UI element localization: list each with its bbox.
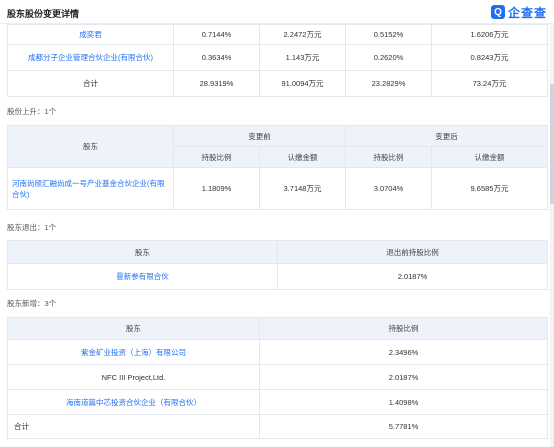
table-row: 曼新参有限合伙 2.0187% — [7, 263, 548, 290]
brand-icon: Q — [490, 5, 505, 19]
after-amount-cell: 1.6206万元 — [431, 24, 548, 45]
holder-link[interactable]: 成奕君 — [79, 30, 102, 39]
before-ratio-cell: 1.1809% — [173, 167, 260, 210]
ratio-cell: 2.0187% — [259, 364, 548, 390]
after-header: 变更后 — [345, 125, 548, 147]
exit-section-label: 股东退出：1个 — [7, 223, 57, 232]
holder-cell[interactable]: 曼新参有限合伙 — [7, 263, 278, 290]
total-after-ratio: 23.2829% — [345, 70, 432, 97]
before-ratio-header: 持股比例 — [173, 146, 260, 168]
holder-header: 股东 — [7, 240, 278, 264]
holder-link[interactable]: 河南尚颀汇融尚成一号产业基金合伙企业(有限合伙) — [12, 179, 165, 199]
vertical-scrollbar[interactable] — [550, 24, 554, 447]
total-ratio: 5.7781% — [259, 414, 548, 439]
table-row: NFC III Project,Ltd. 2.0187% — [7, 364, 548, 390]
total-before-amount: 91.0094万元 — [259, 70, 346, 97]
new-section-label: 股东新增：3个 — [7, 299, 57, 308]
holder-link[interactable]: 紫金矿业投资（上海）有限公司 — [81, 348, 186, 357]
table-header-row: 股东 退出前持股比例 — [7, 240, 548, 264]
after-amount-cell: 9.6585万元 — [431, 167, 548, 210]
total-label: 合计 — [7, 70, 174, 97]
after-ratio-cell: 3.0704% — [345, 167, 432, 210]
table-row: 成都分子企业管理合伙企业(有限合伙) 0.3634% 1.143万元 0.262… — [7, 44, 548, 71]
total-row: 合计 5.7781% — [7, 414, 548, 439]
holder-link[interactable]: 曼新参有限合伙 — [116, 272, 169, 281]
ratio-cell: 1.4098% — [259, 389, 548, 415]
holder-cell[interactable]: 河南尚颀汇融尚成一号产业基金合伙企业(有限合伙) — [7, 167, 174, 210]
before-amount-header: 认缴金额 — [259, 146, 346, 168]
total-after-amount: 73.24万元 — [431, 70, 548, 97]
holder-link[interactable]: 成都分子企业管理合伙企业(有限合伙) — [28, 53, 153, 62]
table-header-row: 股东 变更前 变更后 — [7, 125, 548, 168]
after-ratio-header: 持股比例 — [345, 146, 432, 168]
table-row: 海南道篇中芯投资合伙企业（有限合伙） 1.4098% — [7, 389, 548, 415]
holder-header: 股东 — [7, 317, 260, 340]
table-header-row: 股东 持股比例 — [7, 317, 548, 340]
holder-link[interactable]: 海南道篇中芯投资合伙企业（有限合伙） — [66, 398, 201, 407]
before-amount-cell: 2.2472万元 — [259, 24, 346, 45]
before-amount-cell: 1.143万元 — [259, 44, 346, 71]
shareholder-new-table: 股东 持股比例 紫金矿业投资（上海）有限公司 2.3496% NFC III P… — [7, 317, 548, 439]
after-amount-header: 认缴金额 — [431, 146, 548, 168]
before-amount-cell: 3.7148万元 — [259, 167, 346, 210]
ratio-cell: 2.0187% — [277, 263, 548, 290]
before-ratio-cell: 0.3634% — [173, 44, 260, 71]
ratio-header: 持股比例 — [259, 317, 548, 340]
holder-cell[interactable]: 紫金矿业投资（上海）有限公司 — [7, 339, 260, 365]
total-label: 合计 — [7, 414, 260, 439]
shareholder-exit-table: 股东 退出前持股比例 曼新参有限合伙 2.0187% — [7, 240, 548, 290]
table-row: 紫金矿业投资（上海）有限公司 2.3496% — [7, 339, 548, 365]
holder-cell: NFC III Project,Ltd. — [7, 364, 260, 390]
brand-logo: Q 企查查 — [490, 4, 547, 20]
holder-cell[interactable]: 海南道篇中芯投资合伙企业（有限合伙） — [7, 389, 260, 415]
holder-cell[interactable]: 成都分子企业管理合伙企业(有限合伙) — [7, 44, 174, 71]
before-header: 变更前 — [173, 125, 346, 147]
before-ratio-cell: 0.7144% — [173, 24, 260, 45]
table-row: 成奕君 0.7144% 2.2472万元 0.5152% 1.6206万元 — [7, 24, 548, 45]
total-row: 合计 28.9319% 91.0094万元 23.2829% 73.24万元 — [7, 70, 548, 97]
after-ratio-cell: 0.2620% — [345, 44, 432, 71]
rise-section-label: 股份上升：1个 — [7, 107, 57, 116]
after-ratio-cell: 0.5152% — [345, 24, 432, 45]
table-row: 河南尚颀汇融尚成一号产业基金合伙企业(有限合伙) 1.1809% 3.7148万… — [7, 167, 548, 210]
changes-summary-table: 成奕君 0.7144% 2.2472万元 0.5152% 1.6206万元 成都… — [7, 24, 548, 97]
page-title: 股东股份变更详情 — [7, 9, 80, 19]
brand-name: 企查查 — [507, 5, 547, 20]
header: 股东股份变更详情 Q 企查查 — [0, 0, 554, 24]
scrollbar-thumb[interactable] — [550, 84, 554, 204]
total-before-ratio: 28.9319% — [173, 70, 260, 97]
after-amount-cell: 0.8243万元 — [431, 44, 548, 71]
exit-ratio-header: 退出前持股比例 — [277, 240, 548, 264]
holder-header: 股东 — [7, 125, 174, 168]
ratio-cell: 2.3496% — [259, 339, 548, 365]
holder-cell[interactable]: 成奕君 — [7, 24, 174, 45]
shares-rise-table: 股东 变更前 变更后 持股比例 认缴金额 持股比例 认缴金额 河南尚颀汇融尚成一… — [7, 125, 548, 210]
